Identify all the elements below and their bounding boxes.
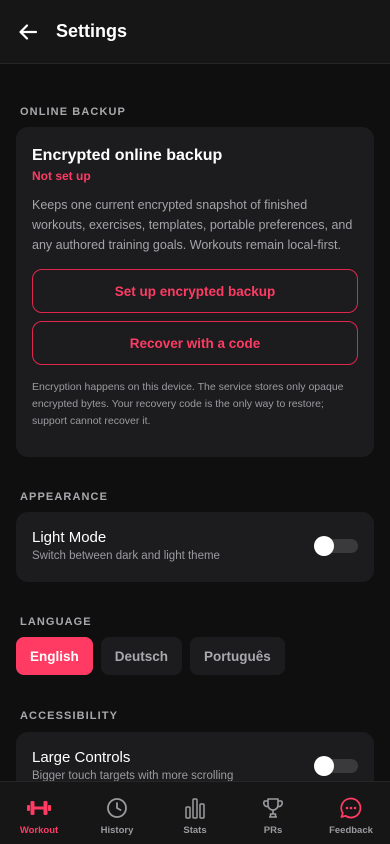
backup-card: Encrypted online backup Not set up Keeps… xyxy=(16,127,374,457)
large-controls-toggle[interactable] xyxy=(314,756,358,776)
back-button[interactable] xyxy=(16,20,40,44)
chat-bubble-icon xyxy=(340,797,362,819)
tab-prs[interactable]: PRs xyxy=(234,782,312,844)
dumbbell-icon xyxy=(27,801,51,815)
trophy-icon xyxy=(263,798,283,818)
light-mode-row[interactable]: Light Mode Switch between dark and light… xyxy=(16,512,374,582)
tab-history[interactable]: History xyxy=(78,782,156,844)
large-controls-row[interactable]: Large Controls Bigger touch targets with… xyxy=(16,732,374,781)
backup-status-badge: Not set up xyxy=(32,169,91,183)
language-option-english[interactable]: English xyxy=(16,637,93,675)
page-title: Settings xyxy=(56,21,128,41)
large-controls-subtitle: Bigger touch targets with more scrolling xyxy=(32,770,234,781)
settings-scroll-area[interactable]: ONLINE BACKUP Encrypted online backup No… xyxy=(0,65,390,781)
backup-title: Encrypted online backup xyxy=(32,147,223,164)
arrow-left-icon xyxy=(19,23,38,40)
top-app-bar: Settings xyxy=(0,0,390,64)
backup-description: Keeps one current encrypted snapshot of … xyxy=(32,198,353,252)
section-label-appearance: APPEARANCE xyxy=(20,491,109,503)
language-option-portugues[interactable]: Português xyxy=(190,637,285,675)
tab-label: Feedback xyxy=(329,825,373,836)
toggle-knob xyxy=(314,756,334,776)
tab-workout[interactable]: Workout xyxy=(0,782,78,844)
language-selector: English Deutsch Português xyxy=(16,637,285,675)
setup-backup-button[interactable]: Set up encrypted backup xyxy=(32,269,358,313)
light-mode-title: Light Mode xyxy=(32,529,107,546)
language-option-deutsch[interactable]: Deutsch xyxy=(100,637,183,675)
bottom-tab-bar: Workout History Stats PRs Feedback xyxy=(0,781,390,844)
large-controls-title: Large Controls xyxy=(32,749,131,766)
light-mode-toggle[interactable] xyxy=(314,536,358,556)
tab-label: Workout xyxy=(19,825,59,836)
backup-note: Encryption happens on this device. The s… xyxy=(32,381,344,427)
section-label-language: LANGUAGE xyxy=(20,616,92,628)
tab-label: History xyxy=(100,825,134,836)
section-label-online-backup: ONLINE BACKUP xyxy=(20,106,126,118)
light-mode-subtitle: Switch between dark and light theme xyxy=(32,550,220,562)
tab-label: PRs xyxy=(263,825,283,836)
tab-feedback[interactable]: Feedback xyxy=(312,782,390,844)
bar-chart-icon xyxy=(185,798,205,819)
clock-icon xyxy=(107,798,127,818)
tab-label: Stats xyxy=(183,825,207,836)
section-label-accessibility: ACCESSIBILITY xyxy=(20,710,119,722)
tab-stats[interactable]: Stats xyxy=(156,782,234,844)
recover-code-button[interactable]: Recover with a code xyxy=(32,321,358,365)
toggle-knob xyxy=(314,536,334,556)
